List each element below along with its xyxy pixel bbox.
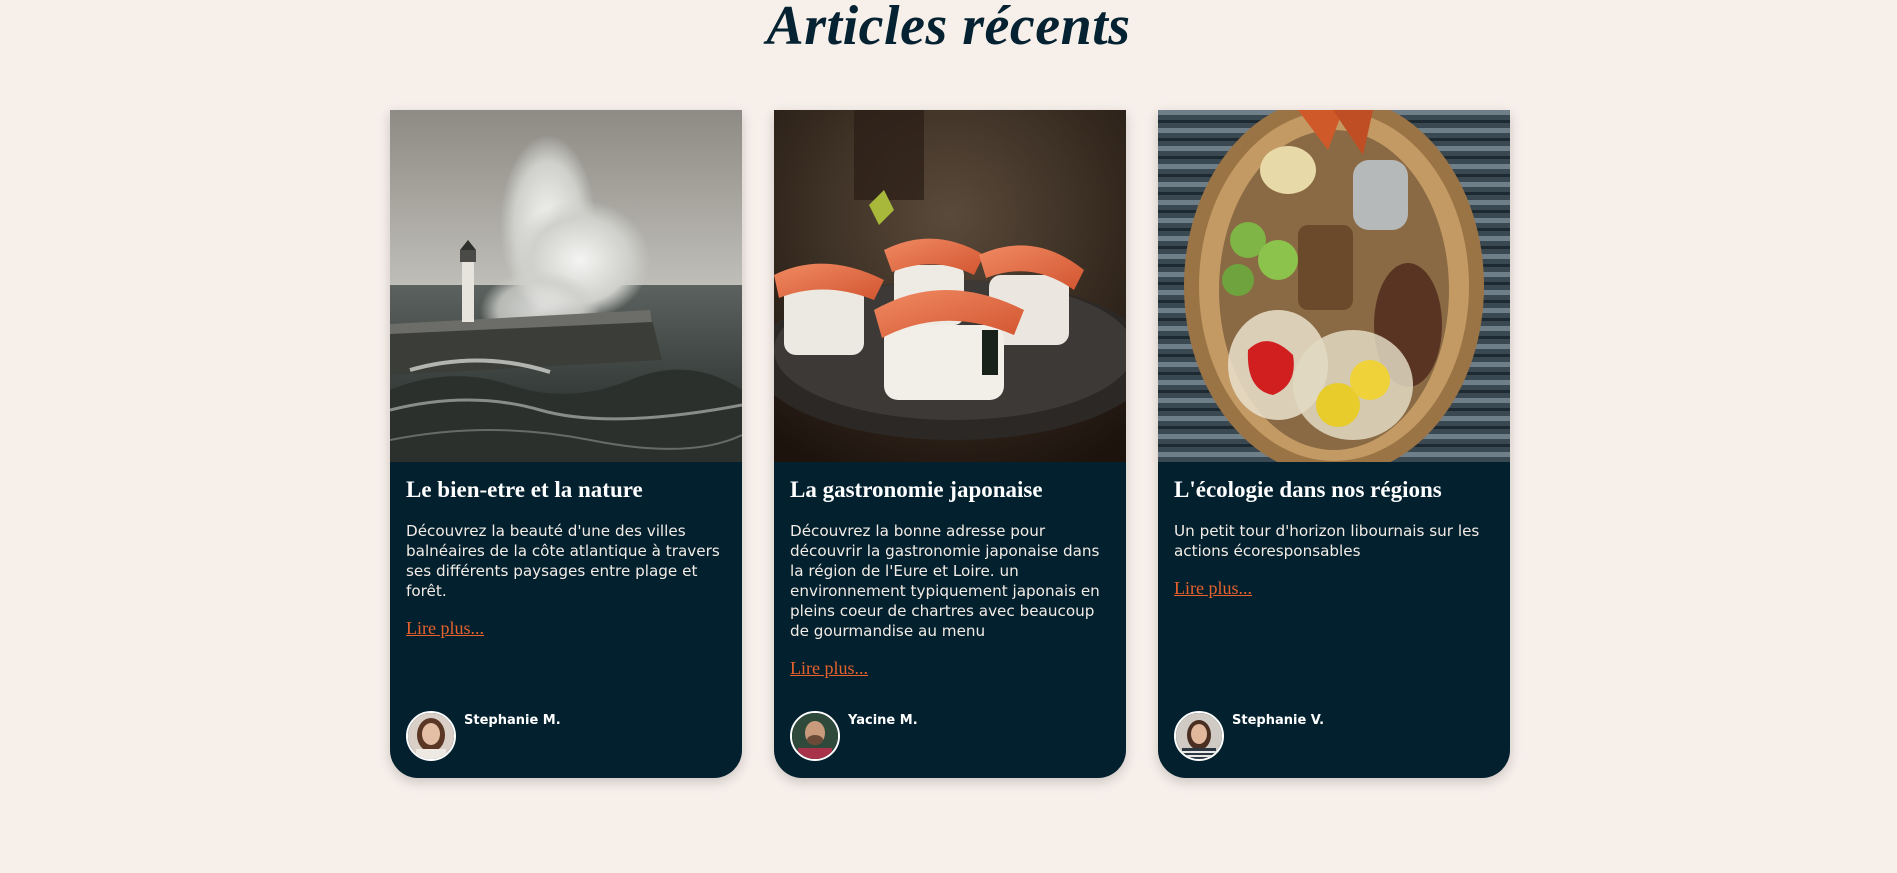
read-more-link[interactable]: Lire plus... [790, 658, 868, 679]
avatar [790, 711, 840, 761]
article-title: Le bien-etre et la nature [406, 477, 643, 502]
read-more-link[interactable]: Lire plus... [406, 618, 484, 639]
article-title: L'écologie dans nos régions [1174, 477, 1442, 502]
author-name: Stephanie M. [464, 713, 561, 728]
article-title: La gastronomie japonaise [790, 477, 1043, 502]
page-title: Articles récents [766, 0, 1131, 57]
avatar [406, 711, 456, 761]
article-excerpt: Découvrez la bonne adresse pour découvri… [790, 522, 1100, 640]
article-card-nature: Le bien-etre et la nature Découvrez la b… [390, 110, 742, 778]
author-name: Yacine M. [848, 713, 918, 728]
article-excerpt: Un petit tour d'horizon libournais sur l… [1174, 522, 1480, 560]
author-name: Stephanie V. [1232, 713, 1325, 728]
article-card-japanese-food: La gastronomie japonaise Découvrez la bo… [774, 110, 1126, 778]
vegetable-basket-photo [1158, 110, 1510, 462]
article-card-ecology: L'écologie dans nos régions Un petit tou… [1158, 110, 1510, 778]
article-excerpt: Découvrez la beauté d'une des villes bal… [406, 522, 720, 600]
read-more-link[interactable]: Lire plus... [1174, 578, 1252, 599]
salmon-sushi-photo [774, 110, 1126, 462]
avatar [1174, 711, 1224, 761]
lighthouse-storm-photo [390, 110, 742, 462]
